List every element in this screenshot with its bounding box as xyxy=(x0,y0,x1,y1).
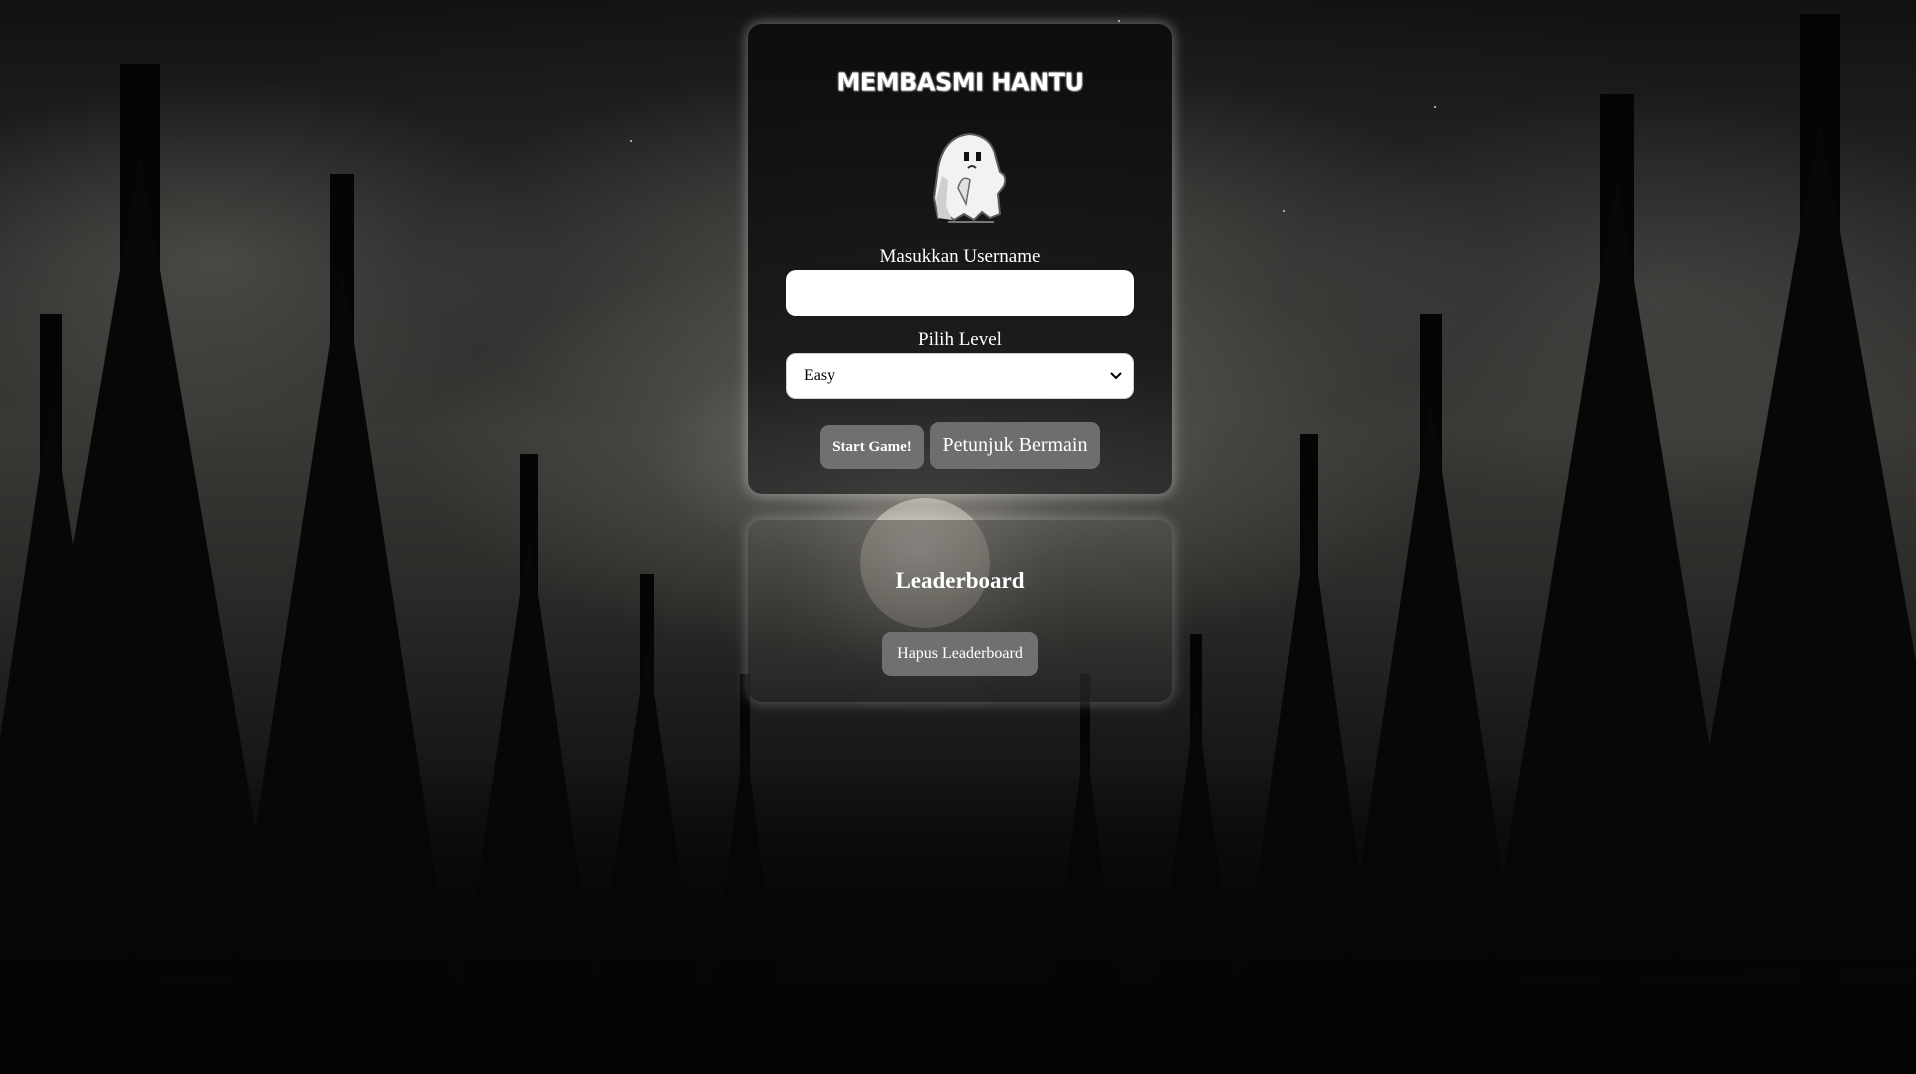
leaderboard-panel: Leaderboard Hapus Leaderboard xyxy=(748,520,1172,702)
chevron-down-icon xyxy=(1109,369,1123,383)
leaderboard-title: Leaderboard xyxy=(895,568,1025,593)
clear-leaderboard-button[interactable]: Hapus Leaderboard xyxy=(882,632,1038,676)
forest-floor xyxy=(0,774,1916,1074)
menu-panel: MEMBASMI HANTU Masukkan Username Pilih L… xyxy=(748,24,1172,494)
game-title: MEMBASMI HANTU xyxy=(836,67,1084,97)
game-guide-button[interactable]: Petunjuk Bermain xyxy=(930,422,1100,469)
ghost-icon xyxy=(932,132,1007,223)
username-label: Masukkan Username xyxy=(879,246,1041,267)
level-label: Pilih Level xyxy=(918,329,1002,350)
start-game-button[interactable]: Start Game! xyxy=(820,425,924,469)
username-input[interactable] xyxy=(786,270,1134,316)
level-select-value: Easy xyxy=(804,367,836,384)
level-select[interactable]: Easy xyxy=(786,353,1134,399)
